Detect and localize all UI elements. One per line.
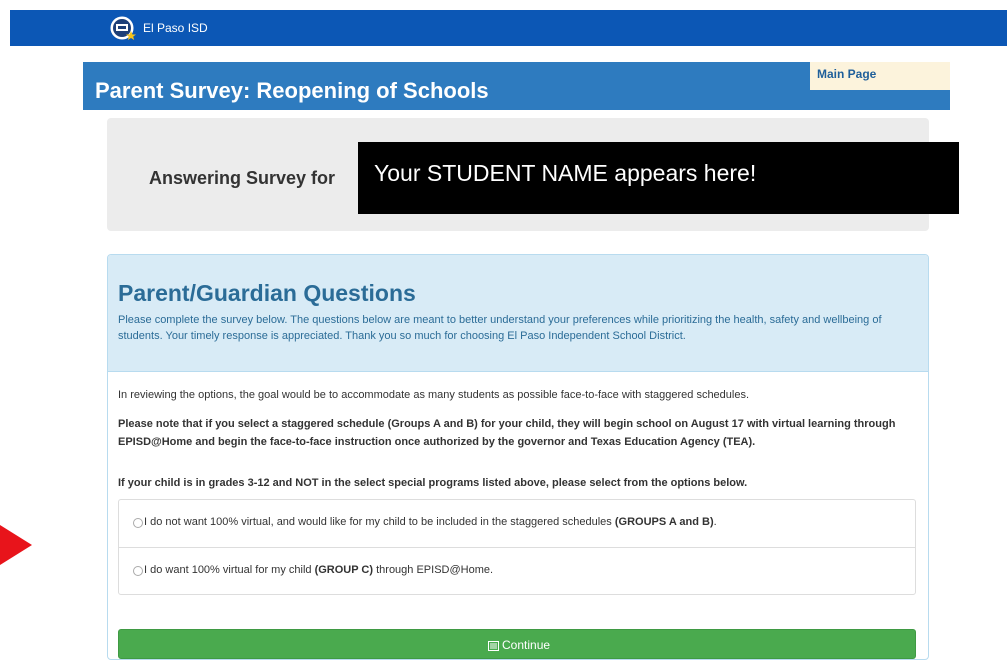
radio-groups-a-b[interactable] bbox=[133, 518, 143, 528]
page-title: Parent Survey: Reopening of Schools bbox=[95, 78, 489, 103]
option-groups-a-b-label[interactable]: I do not want 100% virtual, and would li… bbox=[144, 516, 717, 528]
questions-heading: Parent/Guardian Questions bbox=[118, 280, 416, 306]
staggered-schedule-note: Please note that if you select a stagger… bbox=[118, 418, 896, 448]
continue-label[interactable]: Continue bbox=[502, 638, 550, 652]
schedule-options-list: I do not want 100% virtual, and would li… bbox=[118, 499, 916, 595]
list-icon bbox=[488, 641, 499, 651]
main-page-label[interactable]: Main Page bbox=[817, 67, 876, 81]
option-group-c-label[interactable]: I do want 100% virtual for my child (GRO… bbox=[144, 564, 493, 576]
option-group-c[interactable]: I do want 100% virtual for my child (GRO… bbox=[119, 548, 915, 595]
brand-name[interactable]: El Paso ISD bbox=[143, 21, 208, 35]
radio-group-c[interactable] bbox=[133, 566, 143, 576]
continue-button[interactable]: Continue bbox=[118, 629, 916, 659]
el-paso-isd-logo-icon[interactable] bbox=[108, 13, 138, 43]
questions-intro: Please complete the survey below. The qu… bbox=[118, 314, 882, 342]
questions-panel-header: Parent/Guardian Questions Please complet… bbox=[108, 255, 928, 372]
student-name-placeholder: Your STUDENT NAME appears here! bbox=[374, 160, 757, 186]
goal-text: In reviewing the options, the goal would… bbox=[118, 389, 750, 401]
answering-survey-label: Answering Survey for bbox=[149, 168, 336, 188]
red-arrow-icon bbox=[0, 525, 32, 565]
questions-panel: Parent/Guardian Questions Please complet… bbox=[107, 254, 929, 660]
top-nav-bar: El Paso ISD bbox=[10, 10, 1007, 46]
option-groups-a-b[interactable]: I do not want 100% virtual, and would li… bbox=[119, 500, 915, 548]
student-name-overlay: Your STUDENT NAME appears here! bbox=[358, 142, 959, 214]
main-page-link[interactable]: Main Page bbox=[810, 62, 950, 90]
grades-instruction: If your child is in grades 3-12 and NOT … bbox=[118, 477, 748, 489]
